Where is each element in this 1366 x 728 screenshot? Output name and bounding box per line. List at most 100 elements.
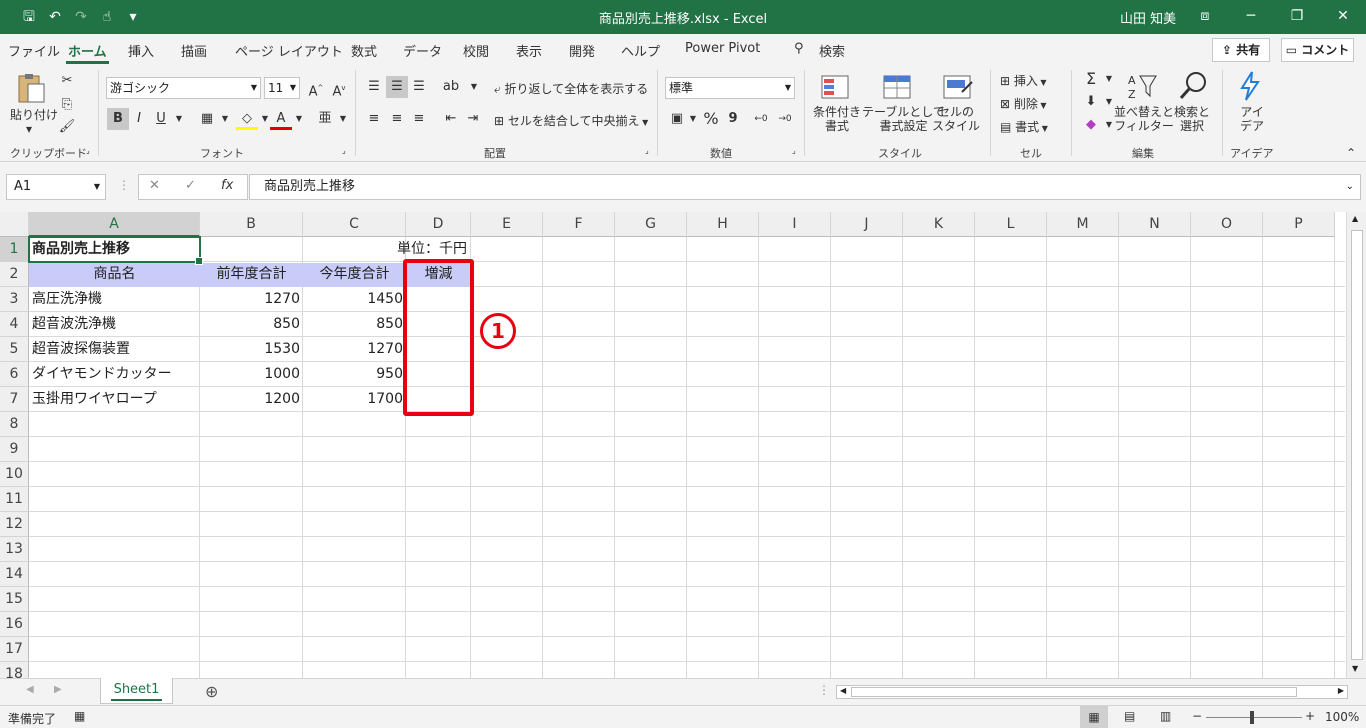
row-header-13[interactable]: 13 (0, 537, 29, 562)
column-header-j[interactable]: J (831, 212, 903, 237)
column-header-d[interactable]: D (406, 212, 471, 237)
column-header-a[interactable]: A (29, 212, 200, 237)
tab-home[interactable]: ホーム (66, 41, 109, 64)
zoom-out-icon[interactable]: − (1192, 709, 1202, 723)
decrease-indent-icon[interactable]: ⇤ (440, 108, 462, 130)
align-bottom-icon[interactable]: ☰ (408, 76, 430, 98)
cell-c3[interactable]: 1450 (303, 287, 406, 312)
sort-filter-icon[interactable]: AZ (1126, 70, 1158, 102)
tab-help[interactable]: ヘルプ (621, 41, 660, 60)
increase-decimal-icon[interactable]: ←0 (750, 108, 772, 130)
row-header-15[interactable]: 15 (0, 587, 29, 612)
font-size-select[interactable]: 11 ▼ (264, 77, 300, 99)
column-header-m[interactable]: M (1047, 212, 1119, 237)
cell-c4[interactable]: 850 (303, 312, 406, 337)
copy-icon[interactable]: ⎘ (56, 94, 78, 116)
align-center-icon[interactable]: ≡ (386, 108, 408, 130)
scroll-right-icon[interactable]: ▶ (1338, 686, 1344, 695)
scroll-up-icon[interactable]: ▲ (1352, 214, 1358, 223)
horizontal-scrollbar[interactable]: ◀ ▶ (836, 685, 1348, 699)
share-button[interactable]: ⇪ 共有 (1212, 38, 1270, 62)
row-header-14[interactable]: 14 (0, 562, 29, 587)
paste-button[interactable]: 貼り付け (10, 106, 58, 123)
find-select-button[interactable]: 検索と 選択 (1174, 105, 1210, 133)
ideas-icon[interactable] (1234, 70, 1266, 102)
cell-c6[interactable]: 950 (303, 362, 406, 387)
chevron-down-icon[interactable]: ▼ (463, 76, 485, 98)
increase-indent-icon[interactable]: ⇥ (462, 108, 484, 130)
user-name[interactable]: 山田 知美 (1120, 8, 1176, 27)
font-launcher-icon[interactable]: ⌟ (342, 146, 346, 155)
row-header-17[interactable]: 17 (0, 637, 29, 662)
cell-a3[interactable]: 高圧洗浄機 (29, 287, 200, 312)
horizontal-scroll-thumb[interactable] (851, 687, 1297, 697)
column-header-k[interactable]: K (903, 212, 975, 237)
close-icon[interactable]: ✕ (1320, 0, 1366, 34)
tab-formulas[interactable]: 数式 (351, 41, 377, 60)
align-top-icon[interactable]: ☰ (363, 76, 385, 98)
tab-data[interactable]: データ (403, 41, 442, 60)
row-header-2[interactable]: 2 (0, 262, 29, 287)
row-header-16[interactable]: 16 (0, 612, 29, 637)
column-header-n[interactable]: N (1119, 212, 1191, 237)
row-header-9[interactable]: 9 (0, 437, 29, 462)
vertical-scroll-thumb[interactable] (1351, 230, 1363, 660)
cell-styles-button[interactable]: セルの スタイル (932, 105, 980, 133)
enter-icon[interactable]: ✓ (185, 178, 196, 193)
macro-record-icon[interactable]: ▦ (74, 709, 85, 723)
column-header-e[interactable]: E (471, 212, 543, 237)
page-break-view-icon[interactable]: ▥ (1160, 709, 1171, 723)
cell-a5[interactable]: 超音波探傷装置 (29, 337, 200, 362)
align-right-icon[interactable]: ≡ (408, 108, 430, 130)
zoom-slider-handle[interactable] (1250, 711, 1254, 724)
find-select-icon[interactable] (1178, 70, 1210, 102)
cell-c7[interactable]: 1700 (303, 387, 406, 412)
chevron-down-icon[interactable]: ▼ (288, 108, 310, 130)
chevron-down-icon[interactable]: ▼ (1098, 68, 1120, 90)
cell-c2[interactable]: 今年度合計 (303, 262, 406, 287)
row-header-11[interactable]: 11 (0, 487, 29, 512)
cell-a4[interactable]: 超音波洗浄機 (29, 312, 200, 337)
column-header-h[interactable]: H (687, 212, 759, 237)
cell-b2[interactable]: 前年度合計 (200, 262, 303, 287)
orientation-icon[interactable]: ab (440, 76, 462, 98)
row-header-1[interactable]: 1 (0, 237, 29, 262)
row-header-8[interactable]: 8 (0, 412, 29, 437)
font-shrink-icon[interactable]: Av (328, 77, 350, 99)
column-header-b[interactable]: B (200, 212, 303, 237)
row-header-3[interactable]: 3 (0, 287, 29, 312)
number-launcher-icon[interactable]: ⌟ (792, 146, 796, 155)
ideas-button[interactable]: アイ デア (1240, 105, 1264, 133)
paste-dropdown-icon[interactable]: ▾ (26, 122, 32, 136)
tab-file[interactable]: ファイル (8, 41, 60, 60)
zoom-in-icon[interactable]: + (1305, 709, 1315, 723)
row-header-5[interactable]: 5 (0, 337, 29, 362)
font-grow-icon[interactable]: A^ (305, 77, 327, 99)
cell-c5[interactable]: 1270 (303, 337, 406, 362)
tab-review[interactable]: 校閲 (463, 41, 489, 60)
expand-formula-icon[interactable]: ⌄ (1346, 175, 1354, 199)
row-header-10[interactable]: 10 (0, 462, 29, 487)
tab-view[interactable]: 表示 (516, 41, 542, 60)
tab-developer[interactable]: 開発 (569, 41, 595, 60)
merge-center-button[interactable]: ⊞ セルを結合して中央揃え ▼ (494, 112, 648, 129)
row-header-6[interactable]: 6 (0, 362, 29, 387)
select-all-corner[interactable] (0, 212, 29, 237)
conditional-formatting-icon[interactable] (820, 72, 852, 104)
scroll-down-icon[interactable]: ▼ (1352, 664, 1358, 673)
cell-styles-icon[interactable] (942, 72, 974, 104)
alignment-launcher-icon[interactable]: ⌟ (645, 146, 649, 155)
tab-draw[interactable]: 描画 (181, 41, 207, 60)
delete-cells-button[interactable]: ⊠ 削除 ▼ (1000, 95, 1047, 112)
cell-b3[interactable]: 1270 (200, 287, 303, 312)
cell-b5[interactable]: 1530 (200, 337, 303, 362)
tab-page-layout[interactable]: ページ レイアウト (235, 41, 343, 60)
restore-icon[interactable]: ❐ (1274, 0, 1320, 34)
number-format-select[interactable]: 標準 ▼ (665, 77, 795, 99)
cut-icon[interactable]: ✂ (56, 70, 78, 92)
sort-filter-button[interactable]: 並べ替えと フィルター (1114, 105, 1174, 133)
ribbon-display-icon[interactable]: ⧈ (1182, 0, 1228, 34)
scroll-left-icon[interactable]: ◀ (840, 686, 846, 695)
chevron-down-icon[interactable]: ▼ (332, 108, 354, 130)
wrap-text-button[interactable]: ⤶ 折り返して全体を表示する (494, 80, 648, 97)
